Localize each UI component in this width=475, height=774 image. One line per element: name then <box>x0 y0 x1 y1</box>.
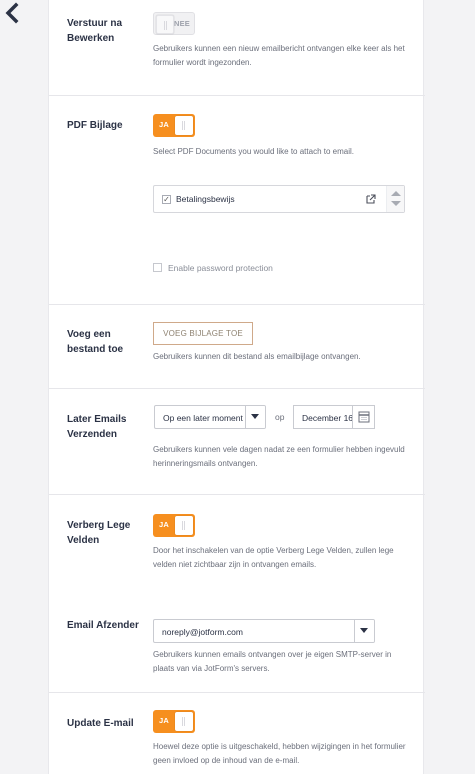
document-name[interactable]: Betalingsbewijs <box>176 194 235 204</box>
chevron-down-icon[interactable] <box>245 406 265 428</box>
divider <box>49 95 425 96</box>
hide-empty-fields-label: Verberg Lege Velden <box>67 520 131 546</box>
divider <box>49 304 425 305</box>
update-email-toggle[interactable]: JA <box>153 710 195 733</box>
pdf-attachment-description: Select PDF Documents you would like to a… <box>153 147 354 156</box>
chevron-down-icon[interactable] <box>354 620 374 642</box>
sender-email-value: noreply@jotform.com <box>162 627 243 637</box>
later-emails-description: Gebruikers kunnen vele dagen nadat ze ee… <box>153 445 405 468</box>
hide-empty-fields-toggle[interactable]: JA <box>153 514 195 537</box>
divider <box>49 692 425 693</box>
toggle-state: JA <box>159 520 169 529</box>
update-email-label: Update E-mail <box>67 718 134 729</box>
send-date-input[interactable]: December 16, 2022 <box>293 405 375 429</box>
send-timing-select[interactable]: Op een later moment <box>154 405 266 429</box>
send-after-edit-description: Gebruikers kunnen een nieuw emailbericht… <box>153 44 405 67</box>
send-timing-value: Op een later moment <box>163 413 243 423</box>
add-attachment-button[interactable]: VOEG BIJLAGE TOE <box>153 322 253 345</box>
chevron-left-icon[interactable] <box>2 2 22 24</box>
divider <box>49 494 425 495</box>
update-email-description: Hoewel deze optie is uitgeschakeld, hebb… <box>153 742 406 765</box>
sender-email-label: Email Afzender <box>67 620 139 631</box>
sender-email-description: Gebruikers kunnen emails ontvangen over … <box>153 650 392 673</box>
toggle-state: JA <box>159 120 169 129</box>
divider <box>49 388 425 389</box>
sender-email-select[interactable]: noreply@jotform.com <box>153 619 375 643</box>
document-checkbox[interactable]: ✓ <box>162 195 171 204</box>
toggle-state: JA <box>159 716 169 725</box>
calendar-icon[interactable] <box>353 406 375 428</box>
email-settings-panel: Verstuur na Bewerken NEE Gebruikers kunn… <box>48 0 425 774</box>
later-emails-label: Later Emails Verzenden <box>67 414 127 440</box>
password-protection-label[interactable]: Enable password protection <box>168 263 273 273</box>
pdf-document-list: ✓ Betalingsbewijs <box>153 185 405 213</box>
password-protection-checkbox[interactable] <box>153 263 162 272</box>
add-file-description: Gebruikers kunnen dit bestand als emailb… <box>153 352 361 361</box>
on-label: op <box>275 412 285 422</box>
send-after-edit-label: Verstuur na Bewerken <box>67 18 123 44</box>
external-link-icon[interactable] <box>365 193 377 205</box>
pdf-attachment-toggle[interactable]: JA <box>153 114 195 137</box>
scroll-up-icon[interactable] <box>391 191 401 196</box>
send-after-edit-toggle[interactable]: NEE <box>153 12 195 35</box>
add-file-label: Voeg een bestand toe <box>67 329 124 355</box>
list-scroll-buttons[interactable] <box>386 186 404 212</box>
hide-empty-fields-description: Door het inschakelen van de optie Verber… <box>153 546 394 569</box>
toggle-state: NEE <box>173 19 190 28</box>
pdf-attachment-label: PDF Bijlage <box>67 120 123 131</box>
scroll-down-icon[interactable] <box>391 201 401 206</box>
